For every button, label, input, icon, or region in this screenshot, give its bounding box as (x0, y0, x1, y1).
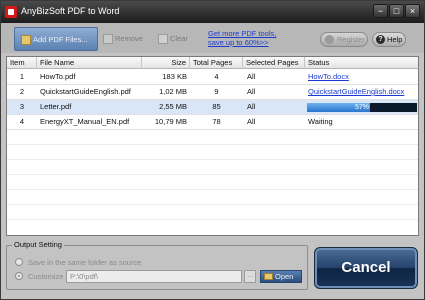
open-label: Open (275, 272, 294, 281)
empty-row (7, 145, 418, 160)
cell-status-link[interactable]: HowTo.docx (308, 70, 418, 84)
cell-file-name: HowTo.pdf (40, 72, 76, 81)
same-folder-label[interactable]: Save in the same folder as source (28, 258, 141, 267)
empty-row (7, 160, 418, 175)
cell-file-name: QuickstartGuideEnglish.pdf (40, 87, 131, 96)
key-icon (325, 35, 334, 44)
cell-status: Waiting (308, 117, 333, 126)
cell-selected-pages[interactable]: All (247, 70, 305, 84)
col-header-status[interactable]: Status (305, 57, 418, 69)
cancel-button[interactable]: Cancel (314, 247, 418, 289)
cell-selected-pages[interactable]: All (247, 115, 305, 129)
cell-total-pages: 4 (214, 72, 219, 81)
help-button[interactable]: ? Help (372, 32, 406, 47)
add-pdf-files-label: Add PDF Files... (33, 35, 88, 44)
cell-size: 2,55 MB (159, 102, 187, 111)
clear-button[interactable]: Clear (158, 27, 188, 51)
col-header-file-name[interactable]: File Name (37, 57, 142, 69)
cell-total-pages: 9 (214, 87, 219, 96)
table-row[interactable]: 4 EnergyXT_Manual_EN.pdf 10,79 MB 78 All… (7, 115, 418, 130)
empty-row (7, 190, 418, 205)
cell-size: 1,02 MB (159, 87, 187, 96)
browse-button[interactable]: ... (244, 270, 256, 283)
window-title: AnyBizSoft PDF to Word (21, 6, 120, 16)
cell-item: 4 (19, 117, 25, 126)
output-setting-group: Output Setting Save in the same folder a… (6, 240, 308, 290)
minimize-button[interactable]: − (373, 4, 388, 18)
close-button[interactable]: × (405, 4, 420, 18)
remove-label: Remove (115, 34, 143, 43)
table-row[interactable]: 2 QuickstartGuideEnglish.pdf 1,02 MB 9 A… (7, 85, 418, 100)
promo-line-1: Get more PDF tools, (208, 29, 277, 38)
cell-selected-pages[interactable]: All (247, 100, 305, 114)
register-button[interactable]: Register (320, 32, 368, 47)
app-window: AnyBizSoft PDF to Word − □ × Add PDF Fil… (0, 0, 425, 300)
folder-icon (264, 273, 273, 280)
col-header-selected-pages[interactable]: Selected Pages (243, 57, 305, 69)
promo-line-2: save up to 60%>> (208, 38, 269, 47)
file-table[interactable]: Item File Name Size Total Pages Selected… (6, 56, 419, 236)
conversion-progress-bar: 57% (307, 103, 417, 112)
cell-item: 1 (19, 72, 25, 81)
output-setting-legend: Output Setting (12, 240, 64, 249)
customize-label[interactable]: Customize (28, 272, 63, 281)
add-pdf-files-button[interactable]: Add PDF Files... (14, 27, 98, 51)
app-logo-icon (5, 6, 17, 18)
table-row[interactable]: 3 Letter.pdf 2,55 MB 85 All 57% (7, 100, 418, 115)
cell-item: 2 (19, 87, 25, 96)
cell-file-name: Letter.pdf (40, 102, 72, 111)
promo-link[interactable]: Get more PDF tools, save up to 60%>> (208, 29, 276, 47)
cell-file-name: EnergyXT_Manual_EN.pdf (40, 117, 130, 126)
table-row[interactable]: 1 HowTo.pdf 183 KB 4 All HowTo.docx (7, 70, 418, 85)
cell-size: 10,79 MB (154, 117, 187, 126)
remove-button[interactable]: Remove (103, 27, 143, 51)
empty-row (7, 175, 418, 190)
cell-status-link[interactable]: QuickstartGuideEnglish.docx (308, 85, 418, 99)
maximize-button[interactable]: □ (389, 4, 404, 18)
open-folder-button[interactable]: Open (260, 270, 302, 283)
folder-add-icon (21, 35, 31, 46)
col-header-item[interactable]: Item (7, 57, 37, 69)
empty-row (7, 220, 418, 235)
empty-row (7, 130, 418, 145)
output-path-input[interactable] (66, 270, 242, 283)
cell-total-pages: 85 (212, 102, 221, 111)
cell-size: 183 KB (162, 72, 187, 81)
empty-row (7, 205, 418, 220)
toolbar: Add PDF Files... Remove Clear Get more P… (1, 23, 424, 53)
same-folder-radio[interactable] (15, 258, 23, 266)
clear-icon (158, 34, 168, 45)
cell-selected-pages[interactable]: All (247, 85, 305, 99)
clear-label: Clear (170, 34, 188, 43)
customize-radio[interactable] (15, 272, 23, 280)
title-bar[interactable]: AnyBizSoft PDF to Word − □ × (1, 1, 424, 23)
progress-label: 57% (354, 104, 369, 111)
cell-total-pages: 78 (212, 117, 221, 126)
table-header: Item File Name Size Total Pages Selected… (7, 57, 418, 69)
col-header-total-pages[interactable]: Total Pages (190, 57, 243, 69)
question-icon: ? (376, 35, 385, 44)
col-header-size[interactable]: Size (142, 57, 190, 69)
cell-item: 3 (19, 102, 25, 111)
trash-icon (103, 34, 113, 45)
help-label: Help (387, 35, 403, 44)
register-label: Register (337, 35, 365, 44)
